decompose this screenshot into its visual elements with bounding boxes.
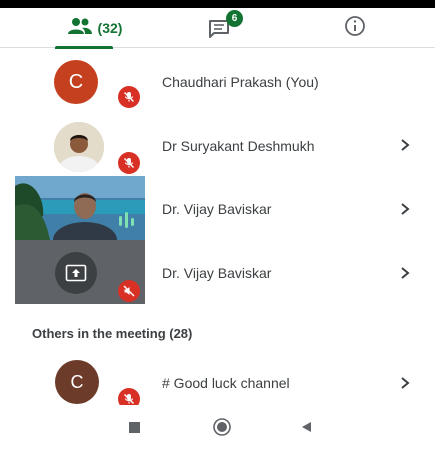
chevron-right-icon (401, 139, 410, 151)
participant-name: Dr. Vijay Baviskar (162, 201, 272, 217)
people-count: (32) (97, 20, 123, 36)
tab-chat[interactable]: 6 (180, 8, 260, 48)
participant-name: Dr Suryakant Deshmukh (162, 138, 315, 154)
others-section-header: Others in the meeting (28) (32, 326, 193, 341)
avatar: C (55, 360, 99, 404)
participant-name: Dr. Vijay Baviskar (162, 265, 272, 281)
nav-square-icon[interactable] (124, 417, 144, 437)
chevron-right-icon (401, 203, 410, 215)
nav-circle-icon[interactable] (212, 417, 232, 437)
tab-bar: (32) 6 (0, 8, 435, 49)
video-tile (15, 176, 145, 240)
chevron-right-icon (401, 377, 410, 389)
mic-off-icon (118, 152, 140, 174)
avatar (54, 122, 104, 172)
tab-people[interactable]: (32) (40, 8, 150, 48)
chat-badge: 6 (226, 10, 243, 27)
present-screen-icon (55, 252, 97, 294)
participant-row[interactable]: Dr. Vijay Baviskar (0, 176, 435, 240)
chevron-right-icon (401, 267, 410, 279)
participant-row[interactable]: C # Good luck channel (0, 358, 435, 410)
active-tab-indicator (55, 46, 113, 49)
info-icon (344, 15, 366, 42)
participant-row[interactable]: Dr Suryakant Deshmukh (0, 114, 435, 174)
participant-name: Chaudhari Prakash (You) (162, 74, 319, 90)
volume-off-icon (118, 280, 140, 302)
system-nav-bar (0, 405, 435, 450)
participant-row[interactable]: Dr. Vijay Baviskar (0, 240, 435, 304)
participant-name: # Good luck channel (162, 375, 290, 391)
status-bar (0, 0, 435, 8)
participant-row[interactable]: C Chaudhari Prakash (You) (0, 50, 435, 114)
avatar: C (54, 60, 98, 104)
tab-info[interactable] (320, 8, 390, 48)
nav-back-icon[interactable] (296, 417, 316, 437)
mic-off-icon (118, 86, 140, 108)
people-icon (67, 17, 92, 40)
